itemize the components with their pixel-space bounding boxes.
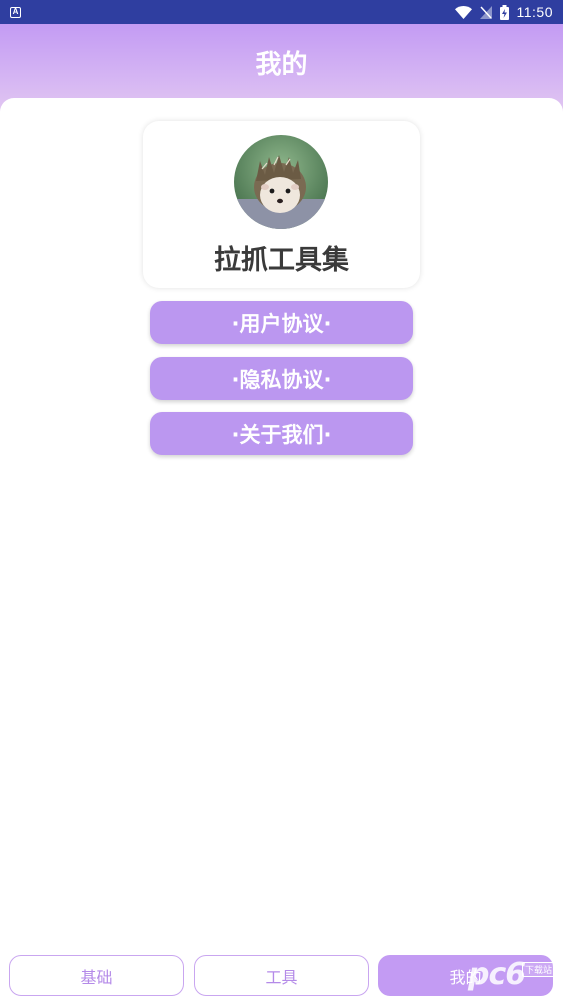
- page-title: 我的: [255, 50, 308, 80]
- tab-basic[interactable]: 基础: [9, 955, 184, 996]
- hedgehog-avatar-icon: [234, 135, 328, 229]
- clock: 11:50: [516, 4, 553, 20]
- notification-a-icon: A: [10, 6, 21, 18]
- no-signal-icon: [479, 5, 492, 19]
- app-name: 拉抓工具集: [214, 245, 349, 276]
- avatar[interactable]: [234, 135, 328, 229]
- tab-mine-label: 我的: [449, 967, 482, 987]
- wifi-icon: [454, 5, 472, 19]
- user-agreement-button[interactable]: ·用户协议·: [150, 301, 413, 344]
- status-bar: A 11:50: [0, 0, 563, 24]
- tab-mine[interactable]: 我的: [378, 955, 553, 996]
- battery-charging-icon: [499, 4, 509, 20]
- about-us-button[interactable]: ·关于我们·: [150, 412, 413, 455]
- profile-card: 拉抓工具集: [143, 121, 420, 288]
- privacy-policy-button[interactable]: ·隐私协议·: [150, 357, 413, 400]
- tab-tools[interactable]: 工具: [194, 955, 369, 996]
